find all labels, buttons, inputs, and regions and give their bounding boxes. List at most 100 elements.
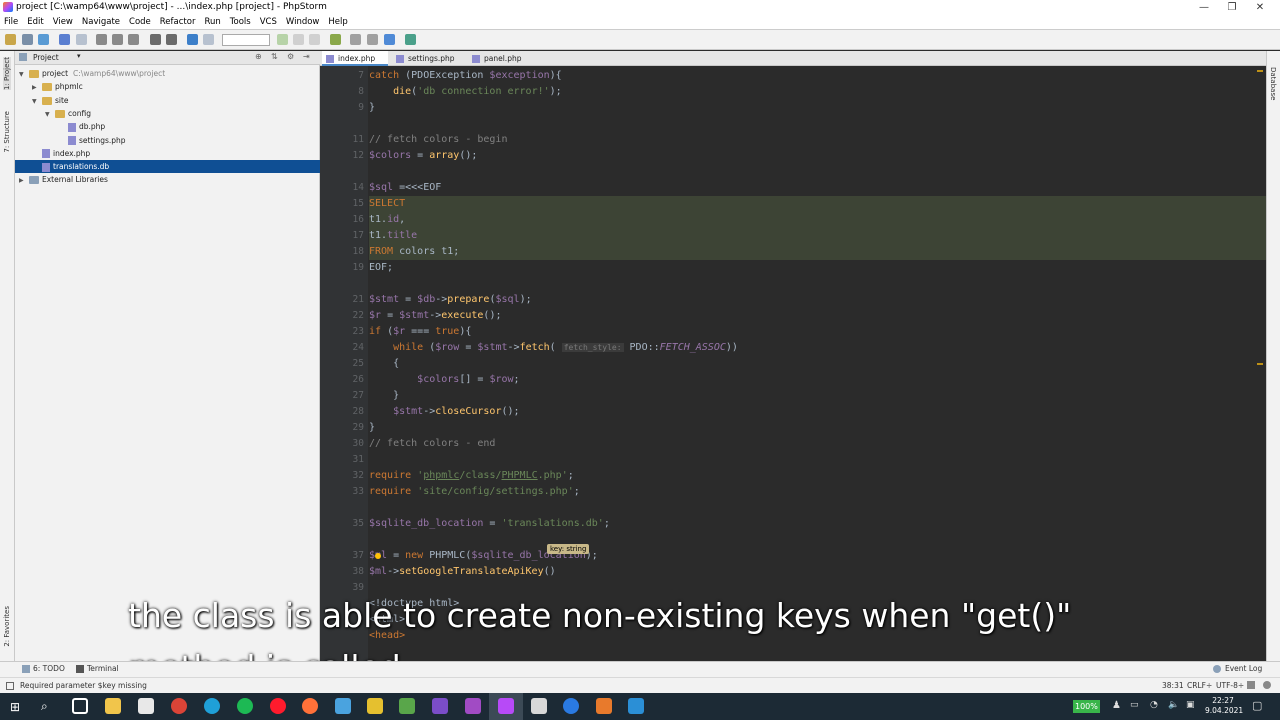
code-editor[interactable]: 7 8 9 11 12 14 15 16 17 18 19 21 22 23 24 25 26 27 28 29 30 3… xyxy=(320,66,1266,661)
visual-studio-icon[interactable] xyxy=(432,698,448,714)
chevron-down-icon[interactable]: ▼ xyxy=(32,95,42,108)
replace-icon[interactable] xyxy=(166,34,177,45)
locate-icon[interactable]: ⊕ xyxy=(255,52,262,61)
menu-vcs[interactable]: VCS xyxy=(260,17,277,27)
chevron-down-icon[interactable]: ▼ xyxy=(45,108,55,121)
battery-indicator[interactable]: 100% xyxy=(1073,700,1100,713)
notifications-icon[interactable]: ▢ xyxy=(1252,699,1262,712)
menu-help[interactable]: Help xyxy=(328,17,347,27)
tree-item-site[interactable]: ▼ site xyxy=(15,94,320,107)
tree-item-external-libraries[interactable]: ▶ External Libraries xyxy=(15,173,320,186)
file-explorer-icon[interactable] xyxy=(105,698,121,714)
debug-icon[interactable] xyxy=(293,34,304,45)
settings-app-icon[interactable] xyxy=(335,698,351,714)
structure-tool-tab[interactable]: 7: Structure xyxy=(3,111,11,153)
tree-item-settings-php[interactable]: settings.php xyxy=(15,134,320,147)
word-icon[interactable] xyxy=(563,698,579,714)
tree-item-index-php[interactable]: index.php xyxy=(15,147,320,160)
wifi-icon[interactable]: ◔ xyxy=(1150,700,1158,710)
tab-index-php[interactable]: index.php xyxy=(322,51,388,66)
menu-run[interactable]: Run xyxy=(204,17,220,27)
lightbulb-icon[interactable] xyxy=(375,553,381,559)
chevron-right-icon[interactable]: ▶ xyxy=(32,81,42,94)
tab-settings-php[interactable]: settings.php xyxy=(392,51,464,66)
menu-code[interactable]: Code xyxy=(129,17,151,27)
menu-view[interactable]: View xyxy=(53,17,73,27)
clock[interactable]: 22:27 9.04.2021 xyxy=(1205,696,1243,716)
favorites-tool-tab[interactable]: 2: Favorites xyxy=(3,606,11,647)
collapse-icon[interactable]: ⇅ xyxy=(271,52,278,61)
cut-icon[interactable] xyxy=(96,34,107,45)
undo-icon[interactable] xyxy=(59,34,70,45)
event-log-button[interactable]: Event Log xyxy=(1225,664,1262,673)
chevron-down-icon[interactable]: ▼ xyxy=(19,68,29,81)
copy-icon[interactable] xyxy=(112,34,123,45)
menu-file[interactable]: File xyxy=(4,17,18,27)
terminal-tool-button[interactable]: Terminal xyxy=(87,664,119,673)
edge-icon[interactable] xyxy=(204,698,220,714)
tree-item-config[interactable]: ▼ config xyxy=(15,107,320,120)
coverage-icon[interactable] xyxy=(309,34,320,45)
menu-window[interactable]: Window xyxy=(286,17,320,27)
warning-marker[interactable] xyxy=(1257,70,1263,72)
close-button[interactable]: ✕ xyxy=(1240,0,1280,15)
panel-toggle-icon[interactable] xyxy=(6,682,14,690)
task-view-icon[interactable] xyxy=(72,698,88,714)
inspector-icon[interactable] xyxy=(1263,681,1271,689)
back-icon[interactable] xyxy=(187,34,198,45)
gear-icon[interactable]: ⚙ xyxy=(287,52,294,61)
run-icon[interactable] xyxy=(277,34,288,45)
warning-marker[interactable] xyxy=(1257,363,1263,365)
project-tool-tab[interactable]: 1: Project xyxy=(3,57,11,90)
caret-position[interactable]: 38:31 xyxy=(1162,681,1184,690)
game-icon[interactable] xyxy=(596,698,612,714)
database-tool-tab[interactable]: Database xyxy=(1269,67,1277,100)
project-view-selector[interactable]: Project xyxy=(33,53,59,62)
line-separator[interactable]: CRLF÷ xyxy=(1187,681,1212,690)
database-icon[interactable] xyxy=(405,34,416,45)
search-icon[interactable]: ⌕ xyxy=(41,699,48,714)
menu-edit[interactable]: Edit xyxy=(27,17,43,27)
sync-icon[interactable] xyxy=(38,34,49,45)
opera-icon[interactable] xyxy=(270,698,286,714)
project-structure-icon[interactable] xyxy=(367,34,378,45)
tab-panel-php[interactable]: panel.php xyxy=(468,51,532,66)
tree-item-phpmlc[interactable]: ▶ phpmlc xyxy=(15,80,320,93)
menu-refactor[interactable]: Refactor xyxy=(160,17,196,27)
firefox-icon[interactable] xyxy=(302,698,318,714)
menu-tools[interactable]: Tools xyxy=(230,17,251,27)
notepad-plus-icon[interactable] xyxy=(399,698,415,714)
volume-icon[interactable]: 🔈 xyxy=(1168,700,1179,710)
paste-icon[interactable] xyxy=(128,34,139,45)
language-icon[interactable]: ▣ xyxy=(1186,700,1195,710)
chevron-down-icon[interactable]: ▾ xyxy=(77,52,81,60)
calculator-icon[interactable] xyxy=(138,698,154,714)
save-icon[interactable] xyxy=(22,34,33,45)
vcs-icon[interactable] xyxy=(330,34,341,45)
forward-icon[interactable] xyxy=(203,34,214,45)
todo-tool-button[interactable]: 6: TODO xyxy=(33,664,65,673)
tree-item-project[interactable]: ▼ project C:\wamp64\www\project xyxy=(15,67,320,80)
lock-icon[interactable] xyxy=(1247,681,1255,689)
onenote-icon[interactable] xyxy=(465,698,481,714)
monitor-icon[interactable] xyxy=(628,698,644,714)
tree-item-db-php[interactable]: db.php xyxy=(15,120,320,133)
file-encoding[interactable]: UTF-8÷ xyxy=(1216,681,1244,690)
menu-navigate[interactable]: Navigate xyxy=(82,17,120,27)
network-icon[interactable]: ▭ xyxy=(1130,700,1139,710)
paint-icon[interactable] xyxy=(531,698,547,714)
settings-icon[interactable] xyxy=(350,34,361,45)
redo-icon[interactable] xyxy=(76,34,87,45)
tree-item-translations-db[interactable]: translations.db xyxy=(15,160,320,174)
windows-start-icon[interactable]: ⊞ xyxy=(10,700,20,714)
chrome-icon[interactable] xyxy=(171,698,187,714)
help-icon[interactable] xyxy=(384,34,395,45)
spotify-icon[interactable] xyxy=(237,698,253,714)
notes-icon[interactable] xyxy=(367,698,383,714)
chevron-right-icon[interactable]: ▶ xyxy=(19,174,29,187)
tray-icon[interactable]: ♟ xyxy=(1112,700,1121,711)
hide-icon[interactable]: ⇥ xyxy=(303,52,310,61)
run-config-dropdown[interactable] xyxy=(222,34,270,46)
find-icon[interactable] xyxy=(150,34,161,45)
phpstorm-taskbar-icon[interactable] xyxy=(498,698,514,714)
